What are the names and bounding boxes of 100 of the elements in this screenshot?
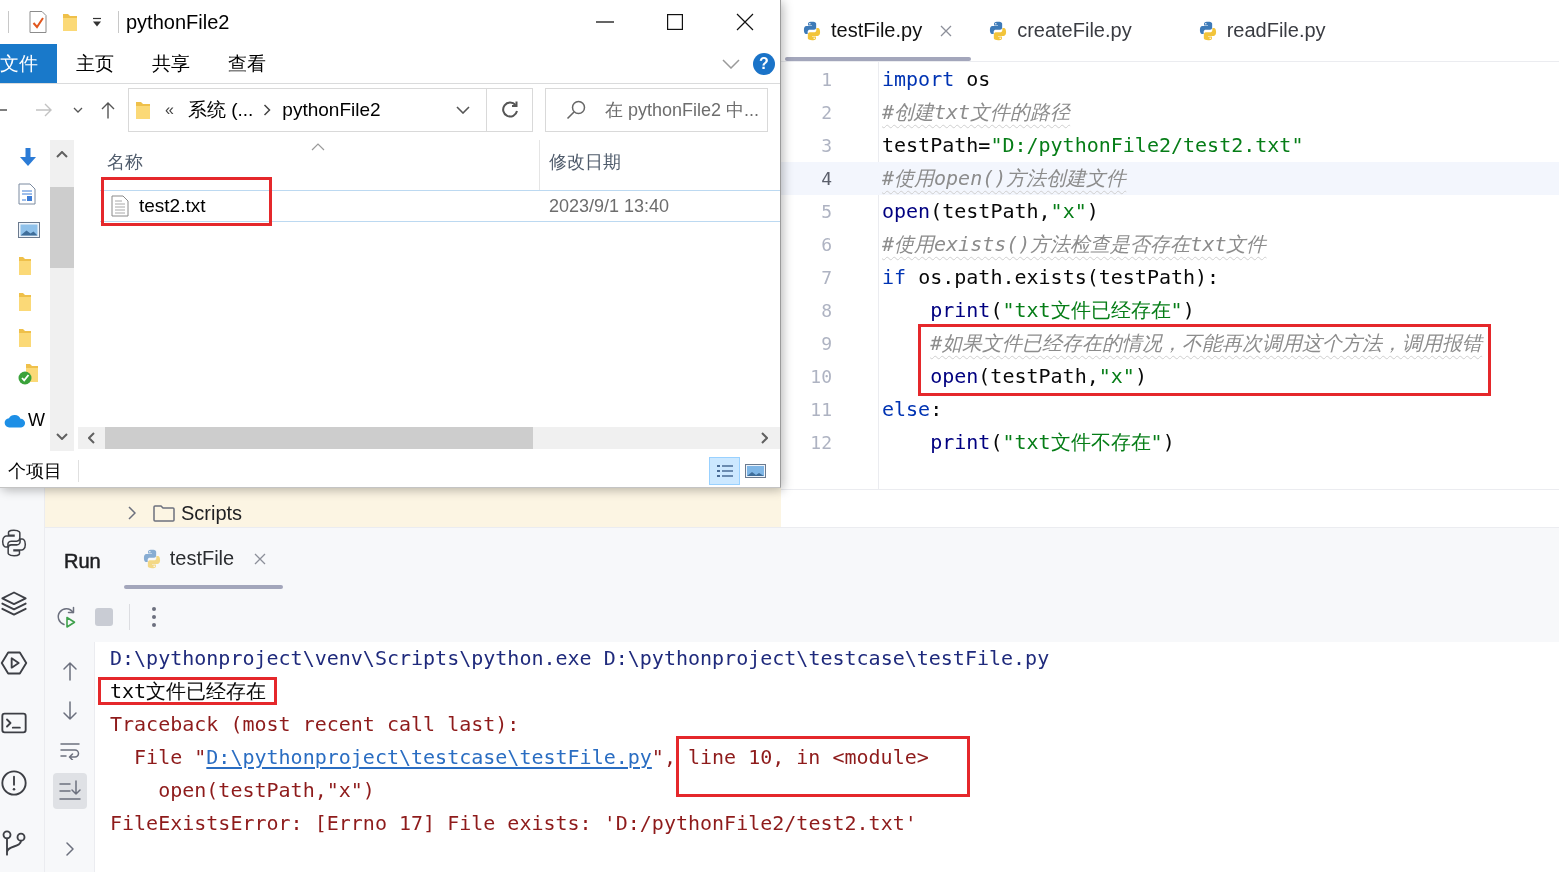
vertical-scrollbar[interactable] bbox=[50, 140, 74, 451]
python-icon bbox=[141, 548, 162, 569]
code-line: else: bbox=[882, 396, 943, 423]
ribbon-tab[interactable]: 查看 bbox=[209, 44, 285, 83]
console-text: line 10, in <module> bbox=[687, 745, 929, 769]
line-number: 12 bbox=[810, 431, 832, 455]
console-text: D:\pythonproject\venv\Scripts\python.exe D:\pythonproject\testcase\testFile.py bbox=[110, 646, 1050, 670]
ribbon-tab[interactable]: 主页 bbox=[57, 44, 133, 83]
horizontal-scrollbar[interactable] bbox=[78, 427, 780, 449]
rerun-icon[interactable] bbox=[55, 605, 77, 629]
python-icon[interactable] bbox=[0, 529, 28, 557]
cloud-icon[interactable] bbox=[4, 412, 26, 428]
console-text: open(testPath,"x") bbox=[158, 778, 375, 802]
ribbon-tab[interactable]: 文件 bbox=[0, 44, 57, 83]
line-number: 1 bbox=[821, 68, 832, 92]
line-number: 6 bbox=[821, 233, 832, 257]
refresh-button[interactable] bbox=[487, 88, 533, 132]
line-number: 3 bbox=[821, 134, 832, 158]
line-number: 9 bbox=[821, 332, 832, 356]
folder-icon bbox=[153, 504, 175, 522]
python-icon bbox=[988, 20, 1009, 41]
panel-title: Run bbox=[64, 549, 101, 573]
line-number: 2 bbox=[821, 101, 832, 125]
dropdown-icon[interactable] bbox=[91, 16, 103, 28]
down-arrow-icon[interactable] bbox=[61, 701, 78, 721]
caret-right-icon[interactable] bbox=[761, 432, 768, 444]
column-header[interactable]: 修改日期 bbox=[549, 150, 621, 174]
checklist-icon[interactable] bbox=[28, 10, 48, 34]
caret-up-icon[interactable] bbox=[56, 151, 68, 158]
help-button[interactable]: ? bbox=[753, 52, 775, 75]
line-number: 10 bbox=[810, 365, 832, 389]
breadcrumb[interactable]: pythonFile2 bbox=[282, 99, 381, 121]
code-line: #如果文件已经存在的情况，不能再次调用这个方法，调用报错 bbox=[930, 330, 1483, 357]
column-header[interactable]: 名称 bbox=[107, 150, 143, 174]
search-field[interactable]: 在 pythonFile2 中... bbox=[545, 88, 768, 132]
code-line: #使用open()方法创建文件 bbox=[882, 165, 1127, 192]
code-line: print("txt文件已经存在") bbox=[930, 297, 1195, 324]
path-overflow-button[interactable]: « bbox=[165, 101, 174, 119]
code-line: print("txt文件不存在") bbox=[930, 429, 1175, 456]
console-text: txt文件已经存在 bbox=[110, 679, 267, 703]
chevron-down-icon[interactable] bbox=[73, 107, 83, 113]
window-title: pythonFile2 bbox=[126, 10, 230, 34]
editor-tab[interactable]: testFile.py bbox=[785, 0, 972, 61]
python-icon bbox=[1197, 20, 1218, 41]
editor-tab[interactable]: createFile.py bbox=[971, 0, 1181, 61]
code-line: #使用exists()方法检查是否存在txt文件 bbox=[882, 231, 1267, 258]
console-text: ", bbox=[651, 745, 676, 769]
caret-left-icon[interactable] bbox=[88, 432, 95, 444]
code-line: if os.path.exists(testPath): bbox=[882, 264, 1220, 291]
line-number: 5 bbox=[821, 200, 832, 224]
code-line: import os bbox=[882, 66, 991, 93]
chevron-right-icon[interactable] bbox=[128, 506, 136, 520]
chevron-right-icon[interactable] bbox=[263, 104, 272, 116]
search-icon bbox=[566, 100, 586, 120]
picture-icon[interactable] bbox=[18, 222, 40, 238]
scrollbar-thumb[interactable] bbox=[105, 427, 533, 449]
tree-item-label[interactable]: Scripts bbox=[181, 501, 243, 525]
console-text: Traceback (most recent call last): bbox=[110, 712, 520, 736]
document-icon[interactable] bbox=[18, 183, 36, 205]
scroll-to-end-icon[interactable] bbox=[52, 773, 87, 809]
ribbon-tab[interactable]: 共享 bbox=[133, 44, 209, 83]
layers-icon[interactable] bbox=[0, 589, 28, 617]
code-line: #创建txt文件的路径 bbox=[882, 99, 1071, 126]
line-number: 8 bbox=[821, 299, 832, 323]
caret-down-icon[interactable] bbox=[56, 433, 68, 440]
close-icon[interactable] bbox=[736, 13, 754, 31]
code-line: open(testPath,"x") bbox=[930, 363, 1147, 390]
file-link[interactable]: D:\pythonproject\testcase\testFile.py bbox=[206, 745, 652, 769]
code-line: open(testPath,"x") bbox=[882, 198, 1099, 225]
up-arrow-icon[interactable] bbox=[100, 101, 116, 119]
wrap-icon[interactable] bbox=[58, 742, 81, 760]
scrollbar-thumb[interactable] bbox=[50, 187, 74, 268]
address-bar[interactable]: « 系统 (... pythonFile2 bbox=[128, 88, 487, 132]
maximize-icon[interactable] bbox=[667, 14, 683, 30]
file-date: 2023/9/1 13:40 bbox=[548, 195, 670, 217]
item-count: 个项目 bbox=[8, 459, 62, 483]
folder-icon bbox=[135, 99, 151, 121]
play-hexagon-icon[interactable] bbox=[0, 649, 28, 677]
details-view-icon[interactable] bbox=[709, 456, 740, 485]
exclamation-circle-icon[interactable] bbox=[0, 769, 28, 797]
line-number: 7 bbox=[821, 266, 832, 290]
breadcrumb[interactable]: 系统 (... bbox=[187, 97, 254, 123]
run-tab[interactable]: testFile bbox=[123, 528, 284, 589]
up-arrow-icon[interactable] bbox=[61, 661, 78, 681]
more-icon[interactable] bbox=[152, 607, 156, 627]
folder-check-icon[interactable] bbox=[18, 363, 40, 385]
nav-item-label[interactable]: W bbox=[28, 409, 45, 431]
refresh-icon bbox=[499, 100, 520, 120]
chevron-down-icon[interactable] bbox=[456, 106, 470, 114]
chevron-right-icon[interactable] bbox=[65, 842, 74, 856]
console-text: File " bbox=[134, 745, 207, 769]
python-icon bbox=[802, 20, 822, 41]
code-line: testPath="D:/pythonFile2/test2.txt" bbox=[882, 132, 1304, 159]
line-number: 11 bbox=[810, 398, 832, 422]
line-number: 4 bbox=[821, 167, 832, 191]
branch-icon[interactable] bbox=[0, 829, 28, 857]
file-name[interactable]: test2.txt bbox=[139, 194, 206, 217]
sort-caret-icon[interactable] bbox=[311, 143, 325, 151]
console-text: FileExistsError: [Errno 17] File exists: 'D:/pythonFile2/test2.txt' bbox=[110, 811, 917, 835]
editor-tab[interactable]: readFile.py bbox=[1180, 0, 1375, 61]
